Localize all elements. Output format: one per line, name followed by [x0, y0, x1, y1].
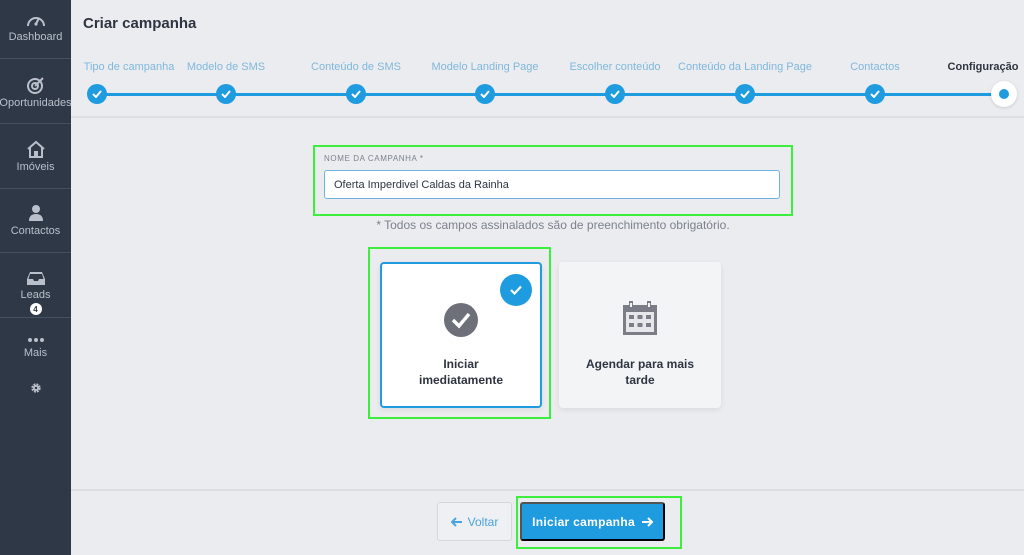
inbox-icon [26, 272, 45, 285]
check-icon [605, 84, 625, 104]
step-label: Modelo de SMS [186, 61, 266, 73]
gauge-icon [26, 17, 45, 27]
sidebar-item-label: Contactos [10, 225, 61, 237]
check-icon [216, 84, 236, 104]
sidebar-item-imoveis[interactable]: Imóveis [0, 140, 71, 173]
check-icon [87, 84, 107, 104]
step-label: Tipo de campanha [83, 61, 175, 73]
start-campaign-button[interactable]: Iniciar campanha [520, 502, 665, 541]
check-icon [475, 84, 495, 104]
campaign-name-label: NOME DA CAMPANHA * [324, 154, 424, 163]
step-label: Escolher conteúdo [569, 61, 661, 73]
sidebar-item-mais[interactable]: Mais [0, 336, 71, 359]
sidebar-divider [0, 58, 71, 59]
sidebar-item-label: Dashboard [8, 31, 63, 43]
sidebar-item-oportunidades[interactable]: Oportunidades [0, 76, 72, 109]
person-icon [28, 205, 43, 221]
gear-icon [30, 383, 41, 393]
required-fields-note: * Todos os campos assinalados são de pre… [376, 218, 730, 232]
campaign-stepper: Tipo de campanha Modelo de SMS Conteúdo … [71, 0, 1024, 118]
check-icon [346, 84, 366, 104]
option-start-immediately[interactable]: Iniciar imediatamente [380, 262, 542, 408]
selected-check-icon [500, 274, 532, 306]
ellipsis-icon [27, 338, 44, 342]
check-icon [865, 84, 885, 104]
check-circle-icon [444, 303, 478, 337]
sidebar: Dashboard Oportunidades Imóveis Contacto… [0, 0, 72, 555]
back-button-label: Voltar [467, 514, 499, 529]
settings-button[interactable] [0, 382, 71, 394]
option-schedule-later[interactable]: Agendar para mais tarde [559, 262, 721, 408]
step-label: Conteúdo da Landing Page [678, 61, 812, 73]
current-step-icon [991, 81, 1017, 107]
step-label: Contactos [850, 61, 900, 73]
footer-divider [71, 489, 1024, 491]
sidebar-item-label: Mais [23, 347, 48, 359]
start-button-label: Iniciar campanha [532, 514, 635, 529]
step-label: Conteúdo de SMS [311, 61, 401, 73]
sidebar-item-label: Imóveis [16, 161, 55, 173]
sidebar-item-dashboard[interactable]: Dashboard [0, 12, 71, 43]
check-icon [735, 84, 755, 104]
sidebar-divider [0, 252, 71, 253]
sidebar-divider [0, 123, 71, 124]
step-label: Modelo Landing Page [431, 61, 539, 73]
option-label: Agendar para mais tarde [585, 357, 695, 387]
house-icon [26, 140, 45, 158]
sidebar-item-leads[interactable]: Leads 4 [0, 270, 71, 315]
option-label: Iniciar imediatamente [418, 357, 504, 387]
sidebar-item-contactos[interactable]: Contactos [0, 204, 71, 237]
target-icon [26, 77, 44, 94]
campaign-name-input[interactable] [324, 170, 780, 199]
calendar-icon [623, 301, 657, 335]
sidebar-item-label: Leads [20, 289, 51, 301]
sidebar-divider [0, 188, 71, 189]
arrow-left-icon [450, 516, 462, 527]
sidebar-divider [0, 317, 71, 318]
sidebar-item-label: Oportunidades [0, 97, 72, 109]
back-button[interactable]: Voltar [437, 502, 512, 541]
campaign-name-group: NOME DA CAMPANHA * [313, 145, 793, 216]
arrow-right-icon [641, 516, 653, 527]
step-label: Configuração [947, 61, 1019, 73]
leads-count-badge: 4 [29, 303, 42, 315]
